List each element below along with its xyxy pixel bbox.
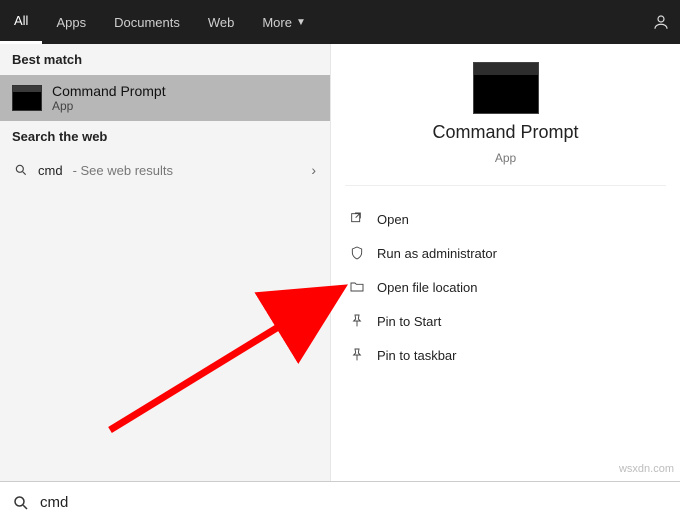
main-area: Best match Command Prompt App Search the… xyxy=(0,44,680,481)
action-label: Run as administrator xyxy=(377,246,497,261)
results-pane: Best match Command Prompt App Search the… xyxy=(0,44,330,481)
chevron-right-icon: › xyxy=(311,162,316,178)
preview-hero: Command Prompt App xyxy=(345,62,666,186)
shield-icon xyxy=(349,245,365,261)
command-prompt-icon xyxy=(12,85,42,111)
folder-icon xyxy=(349,279,365,295)
action-list: Open Run as administrator Open file loca… xyxy=(331,200,680,374)
pin-icon xyxy=(349,313,365,329)
search-icon xyxy=(14,163,28,177)
search-input[interactable] xyxy=(40,494,668,511)
tab-web[interactable]: Web xyxy=(194,0,249,44)
tab-label: Apps xyxy=(56,15,86,30)
action-pin-to-taskbar[interactable]: Pin to taskbar xyxy=(335,338,676,372)
pin-icon xyxy=(349,347,365,363)
preview-title: Command Prompt xyxy=(432,122,578,143)
web-hint: - See web results xyxy=(73,163,173,178)
action-label: Open file location xyxy=(377,280,477,295)
best-match-header: Best match xyxy=(0,44,330,75)
tab-all[interactable]: All xyxy=(0,0,42,44)
action-run-as-admin[interactable]: Run as administrator xyxy=(335,236,676,270)
search-scope-tabs: All Apps Documents Web More ▼ xyxy=(0,0,680,44)
best-match-text: Command Prompt App xyxy=(52,83,166,113)
best-match-item[interactable]: Command Prompt App xyxy=(0,75,330,121)
tab-more[interactable]: More ▼ xyxy=(248,0,320,44)
result-subtitle: App xyxy=(52,99,166,113)
chevron-down-icon: ▼ xyxy=(296,17,306,28)
spacer xyxy=(320,0,642,44)
account-icon[interactable] xyxy=(642,0,680,44)
result-title: Command Prompt xyxy=(52,83,166,99)
action-pin-to-start[interactable]: Pin to Start xyxy=(335,304,676,338)
action-label: Pin to taskbar xyxy=(377,348,457,363)
tab-label: All xyxy=(14,13,28,28)
command-prompt-icon xyxy=(473,62,539,114)
preview-subtitle: App xyxy=(495,151,516,165)
open-icon xyxy=(349,211,365,227)
action-label: Open xyxy=(377,212,409,227)
tab-label: Documents xyxy=(114,15,180,30)
watermark: wsxdn.com xyxy=(619,463,674,475)
search-bar[interactable] xyxy=(0,481,680,523)
tab-apps[interactable]: Apps xyxy=(42,0,100,44)
tab-label: More xyxy=(262,15,292,30)
preview-pane: Command Prompt App Open Run as administr… xyxy=(330,44,680,481)
tab-label: Web xyxy=(208,15,235,30)
search-web-header: Search the web xyxy=(0,121,330,152)
tab-documents[interactable]: Documents xyxy=(100,0,194,44)
action-open[interactable]: Open xyxy=(335,202,676,236)
action-open-file-location[interactable]: Open file location xyxy=(335,270,676,304)
action-label: Pin to Start xyxy=(377,314,441,329)
web-term: cmd xyxy=(38,163,63,178)
search-icon xyxy=(12,494,30,512)
web-result-item[interactable]: cmd - See web results › xyxy=(0,152,330,188)
